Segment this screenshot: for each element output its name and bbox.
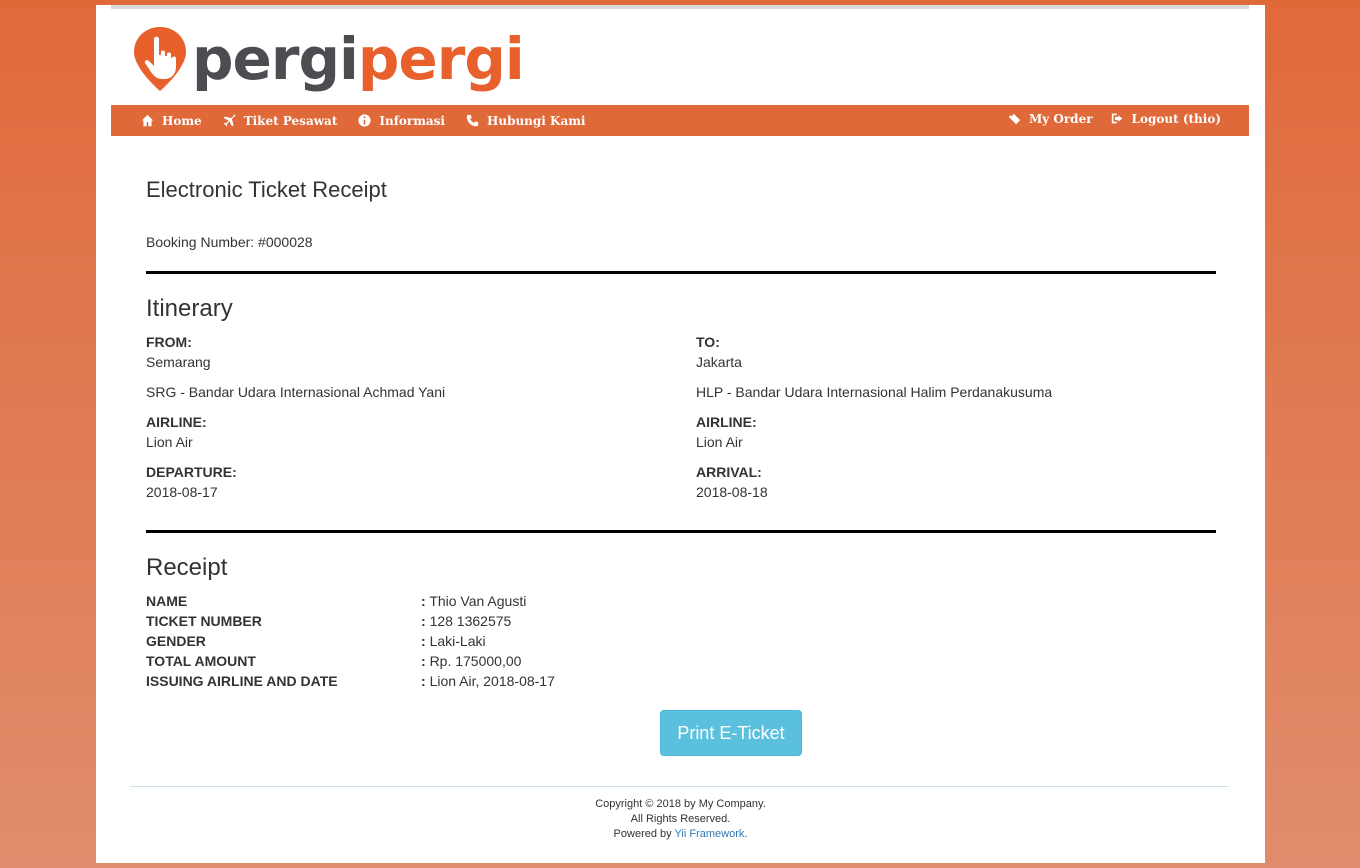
brand-logo[interactable]: pergipergi — [132, 21, 525, 97]
info-icon — [358, 114, 371, 127]
copyright-text: Copyright © 2018 by My Company. — [595, 798, 766, 810]
airline-from-label: AIRLINE: — [146, 414, 207, 430]
brand-part2: pergi — [357, 25, 525, 93]
receipt-gender-label: GENDER — [146, 633, 206, 649]
airline-from-value: Lion Air — [146, 434, 193, 450]
receipt-name-value: : Thio Van Agusti — [421, 593, 527, 609]
receipt-ticket-label: TICKET NUMBER — [146, 613, 262, 629]
from-airport: SRG - Bandar Udara Internasional Achmad … — [146, 384, 446, 400]
nav-informasi-label: Informasi — [379, 113, 445, 128]
nav-hubungi-kami[interactable]: Hubungi Kami — [466, 114, 586, 128]
plane-icon — [223, 114, 236, 127]
phone-icon — [466, 114, 479, 127]
nav-tiket-pesawat[interactable]: Tiket Pesawat — [223, 113, 338, 128]
print-eticket-button[interactable]: Print E-Ticket — [660, 710, 802, 756]
powered-by: Powered by Yii Framework. — [613, 828, 748, 840]
yii-framework-link[interactable]: Yii Framework — [675, 828, 745, 840]
page-container: pergipergi Home Tiket Pesawat Informasi … — [96, 5, 1265, 863]
nav-my-order-label: My Order — [1028, 111, 1093, 126]
ticket-icon — [1008, 112, 1021, 125]
footer: Copyright © 2018 by My Company. All Righ… — [96, 797, 1265, 842]
from-city: Semarang — [146, 354, 211, 370]
airline-to-label: AIRLINE: — [696, 414, 757, 430]
nav-informasi[interactable]: Informasi — [358, 114, 445, 128]
nav-home[interactable]: Home — [141, 114, 202, 128]
receipt-total-value: : Rp. 175000,00 — [421, 653, 522, 669]
nav-my-order[interactable]: My Order — [1008, 112, 1093, 126]
to-city: Jakarta — [696, 354, 742, 370]
main-navbar: Home Tiket Pesawat Informasi Hubungi Kam… — [111, 105, 1249, 136]
nav-logout[interactable]: Logout (thio) — [1111, 112, 1221, 126]
rights-text: All Rights Reserved. — [630, 813, 731, 825]
pointer-pin-icon — [134, 27, 186, 91]
departure-label: DEPARTURE: — [146, 464, 237, 480]
footer-divider — [130, 786, 1229, 787]
arrival-label: ARRIVAL: — [696, 464, 762, 480]
receipt-total-label: TOTAL AMOUNT — [146, 653, 256, 669]
receipt-issuing-value: : Lion Air, 2018-08-17 — [421, 673, 555, 689]
receipt-ticket-value: : 128 1362575 — [421, 613, 512, 629]
to-label: TO: — [696, 334, 720, 350]
receipt-heading: Receipt — [146, 554, 228, 581]
nav-tiket-pesawat-label: Tiket Pesawat — [243, 113, 338, 128]
logout-icon — [1111, 113, 1122, 124]
nav-hubungi-kami-label: Hubungi Kami — [487, 113, 586, 128]
departure-date: 2018-08-17 — [146, 484, 218, 500]
brand-part1: pergi — [192, 25, 359, 93]
from-label: FROM: — [146, 334, 192, 350]
brand-wordmark: pergipergi — [192, 30, 525, 88]
itinerary-heading: Itinerary — [146, 295, 233, 322]
airline-to-value: Lion Air — [696, 434, 743, 450]
home-icon — [141, 114, 154, 127]
divider — [146, 271, 1216, 274]
page-title: Electronic Ticket Receipt — [146, 177, 387, 202]
arrival-date: 2018-08-18 — [696, 484, 768, 500]
to-airport: HLP - Bandar Udara Internasional Halim P… — [696, 384, 1053, 400]
booking-number: Booking Number: #000028 — [146, 234, 313, 250]
top-border — [111, 5, 1249, 9]
nav-logout-label: Logout (thio) — [1131, 111, 1221, 126]
receipt-gender-value: : Laki-Laki — [421, 633, 486, 649]
divider — [146, 530, 1216, 533]
receipt-issuing-label: ISSUING AIRLINE AND DATE — [146, 673, 338, 689]
nav-home-label: Home — [162, 113, 202, 128]
receipt-name-label: NAME — [146, 593, 188, 609]
